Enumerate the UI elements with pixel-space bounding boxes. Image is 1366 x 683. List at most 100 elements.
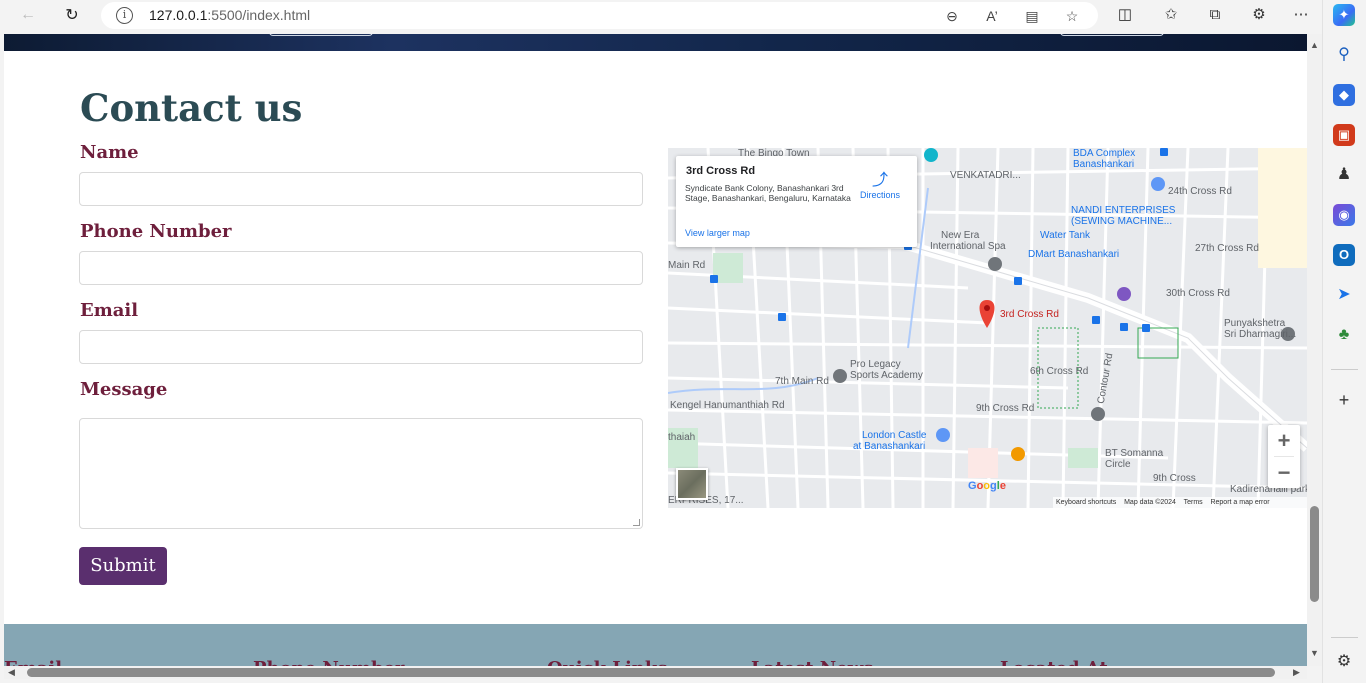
footer: Email Phone Number Quick Links Latest Ne… <box>4 624 1307 666</box>
edge-sidebar: ✦ ⚲ ◆ ▣ ♟ ◉ O ➤ ♣ + ⚙ <box>1322 0 1366 683</box>
vertical-scrollbar[interactable]: ▲ ▼ <box>1307 34 1322 666</box>
collections-icon[interactable]: ⧉ <box>1204 5 1226 25</box>
zoom-out-icon[interactable]: ⊖ <box>942 6 962 26</box>
map-label-30th: 30th Cross Rd <box>1166 288 1230 299</box>
map-label-newera2: International Spa <box>930 241 1006 252</box>
browser-toolbar: ← ↻ i 127.0.0.1:5500/index.html ⊖ A’ ▤ ☆… <box>0 0 1366 31</box>
url-text[interactable]: 127.0.0.1:5500/index.html <box>149 7 310 23</box>
info-icon[interactable]: i <box>116 7 133 24</box>
favorite-star-icon[interactable]: ☆ <box>1062 6 1082 26</box>
zoom-in-button[interactable]: + <box>1268 425 1300 456</box>
map-data-text: Map data ©2024 <box>1124 499 1176 506</box>
map-zoom-control: + − <box>1268 425 1300 488</box>
footer-heading-phone: Phone Number <box>253 658 405 666</box>
map-place-card: 3rd Cross Rd Syndicate Bank Colony, Bana… <box>676 156 917 247</box>
directions-label: Directions <box>859 190 900 200</box>
map-attribution: Keyboard shortcuts Map data ©2024 Terms … <box>1053 497 1307 508</box>
view-larger-map-link[interactable]: View larger map <box>685 228 750 238</box>
search-icon[interactable]: ⚲ <box>1333 44 1355 66</box>
map-satellite-toggle[interactable] <box>676 468 708 500</box>
hero-banner-bottom <box>4 34 1307 51</box>
hero-button[interactable] <box>269 34 373 36</box>
google-logo: Google <box>968 480 1006 492</box>
games-icon[interactable]: ♟ <box>1333 164 1355 186</box>
outlook-icon[interactable]: O <box>1333 244 1355 266</box>
page-title: Contact us <box>80 86 303 130</box>
refresh-icon[interactable]: ↻ <box>60 4 84 26</box>
favorites-icon[interactable]: ✩ <box>1160 5 1182 25</box>
horizontal-scroll-thumb[interactable] <box>27 668 1275 677</box>
map-label-prolegacy: Pro Legacy <box>850 359 901 370</box>
map-label-7thmain: 7th Main Rd <box>775 376 829 387</box>
map-label-bt2: Circle <box>1105 459 1131 470</box>
scroll-right-icon[interactable]: ▶ <box>1293 667 1300 678</box>
more-icon[interactable]: ⋯ <box>1290 5 1312 25</box>
name-label: Name <box>80 142 139 163</box>
extensions-icon[interactable]: ⚙ <box>1248 5 1270 25</box>
terms-link[interactable]: Terms <box>1184 499 1203 506</box>
immersive-reader-icon[interactable]: ▤ <box>1022 6 1042 26</box>
map-label-nandi2: (SEWING MACHINE... <box>1071 216 1173 227</box>
map-label-kengel: Kengel Hanumanthiah Rd <box>670 400 785 411</box>
map-label-bda: BDA Complex <box>1073 148 1136 159</box>
google-map[interactable]: BDA Complex Banashankari 24th Cross Rd N… <box>668 148 1307 508</box>
footer-heading-quick-links: Quick Links <box>547 658 668 666</box>
map-label-main: Main Rd <box>668 260 706 271</box>
tools-icon[interactable]: ▣ <box>1333 124 1355 146</box>
read-aloud-icon[interactable]: A’ <box>982 6 1002 26</box>
sidebar-divider <box>1331 637 1358 638</box>
footer-heading-located-at: Located At <box>1000 658 1108 666</box>
map-label-thaiah: thaiah <box>668 432 696 443</box>
footer-heading-latest-news: Latest News <box>751 658 873 666</box>
send-icon[interactable]: ➤ <box>1333 284 1355 306</box>
scroll-up-icon[interactable]: ▲ <box>1310 40 1319 50</box>
directions-icon: ⤴ <box>871 172 888 189</box>
map-label-9th: 9th Cross Rd <box>976 403 1035 414</box>
map-label-punya2: Sri Dharmagiri... <box>1224 329 1297 340</box>
tree-icon[interactable]: ♣ <box>1333 324 1355 346</box>
map-label-prolegacy2: Sports Academy <box>850 370 923 381</box>
back-icon[interactable]: ← <box>16 4 40 26</box>
map-label-9thcross: 9th Cross <box>1153 473 1196 484</box>
vertical-scroll-thumb[interactable] <box>1310 506 1319 602</box>
map-label-nandi: NANDI ENTERPRISES <box>1071 205 1176 216</box>
email-label: Email <box>80 300 139 321</box>
office-icon[interactable]: ◉ <box>1333 204 1355 226</box>
map-place-address: Syndicate Bank Colony, Banashankari 3rd … <box>685 183 851 203</box>
address-bar[interactable]: i 127.0.0.1:5500/index.html ⊖ A’ ▤ ☆ <box>101 2 1098 29</box>
name-input[interactable] <box>79 172 643 206</box>
email-input[interactable] <box>79 330 643 364</box>
split-screen-icon[interactable]: ◫ <box>1114 5 1136 25</box>
report-map-error-link[interactable]: Report a map error <box>1210 499 1269 506</box>
keyboard-shortcuts-link[interactable]: Keyboard shortcuts <box>1056 499 1116 506</box>
phone-label: Phone Number <box>80 221 232 242</box>
submit-button[interactable]: Submit <box>79 547 167 585</box>
map-label-venkatadri: VENKATADRI... <box>950 170 1021 181</box>
scroll-down-icon[interactable]: ▼ <box>1310 648 1319 658</box>
map-label-london: London Castle <box>862 430 927 441</box>
hero-button[interactable] <box>1060 34 1164 36</box>
scroll-left-icon[interactable]: ◀ <box>8 667 15 678</box>
map-label-dmart: DMart Banashankari <box>1028 249 1120 260</box>
message-label: Message <box>80 379 168 400</box>
shopping-icon[interactable]: ◆ <box>1333 84 1355 106</box>
map-label-27th: 27th Cross Rd <box>1195 243 1259 254</box>
map-label-bda2: Banashankari <box>1073 159 1135 170</box>
resize-handle-icon[interactable] <box>633 519 640 526</box>
directions-link[interactable]: ⤴ Directions <box>858 166 902 200</box>
footer-heading-email: Email <box>4 658 62 666</box>
sidebar-divider <box>1331 369 1358 370</box>
map-pin-label: 3rd Cross Rd <box>1000 309 1059 320</box>
message-textarea[interactable] <box>79 418 643 529</box>
settings-icon[interactable]: ⚙ <box>1333 651 1355 673</box>
map-label-london2: at Banashankari <box>853 441 926 452</box>
zoom-out-button[interactable]: − <box>1268 457 1300 488</box>
page-viewport: Contact us Name Phone Number Email Messa… <box>4 34 1307 666</box>
add-icon[interactable]: + <box>1333 389 1355 411</box>
copilot-icon[interactable]: ✦ <box>1333 4 1355 26</box>
horizontal-scrollbar[interactable]: ◀ ▶ <box>4 666 1307 679</box>
map-label-bt: BT Somanna <box>1105 448 1164 459</box>
map-label-6th: 6th Cross Rd <box>1030 366 1089 377</box>
phone-input[interactable] <box>79 251 643 285</box>
map-label-punya: Punyakshetra <box>1224 318 1286 329</box>
